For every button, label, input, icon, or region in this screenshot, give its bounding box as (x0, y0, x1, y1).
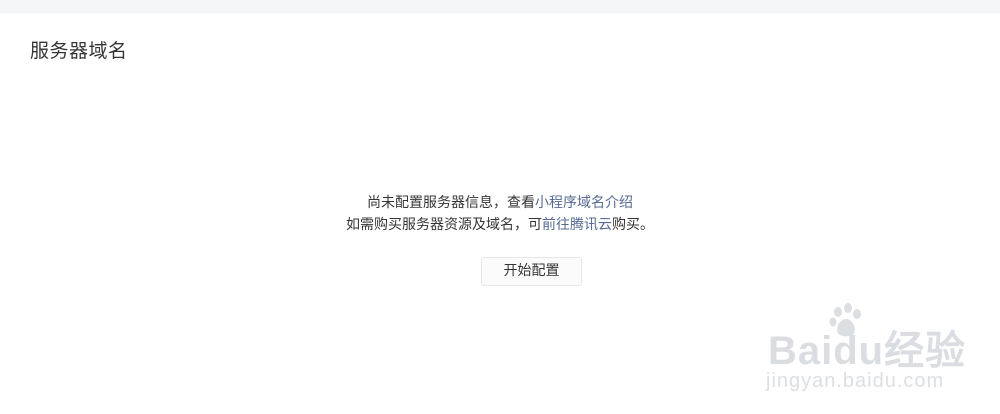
watermark-url: jingyan.baidu.com (766, 370, 945, 392)
empty-state-line-1: 尚未配置服务器信息，查看小程序域名介绍 (0, 192, 1000, 214)
start-config-button[interactable]: 开始配置 (481, 257, 582, 286)
empty-state-text-1: 尚未配置服务器信息，查看 (367, 195, 535, 211)
empty-state-text-3: 购买。 (612, 217, 654, 233)
watermark-logo: Baidu经验 (768, 329, 967, 373)
empty-state-message: 尚未配置服务器信息，查看小程序域名介绍 如需购买服务器资源及域名，可前往腾讯云购… (0, 192, 1000, 236)
page: 服务器域名 尚未配置服务器信息，查看小程序域名介绍 如需购买服务器资源及域名，可… (0, 0, 1000, 414)
tencent-cloud-link[interactable]: 前往腾讯云 (542, 217, 612, 233)
domain-intro-link[interactable]: 小程序域名介绍 (535, 195, 633, 211)
empty-state-text-2: 如需购买服务器资源及域名，可 (346, 217, 542, 233)
empty-state-line-2: 如需购买服务器资源及域名，可前往腾讯云购买。 (0, 214, 1000, 236)
section-title: 服务器域名 (30, 40, 128, 62)
top-bar (0, 0, 1000, 13)
baidu-watermark: Baidu经验 jingyan.baidu.com (760, 300, 990, 400)
